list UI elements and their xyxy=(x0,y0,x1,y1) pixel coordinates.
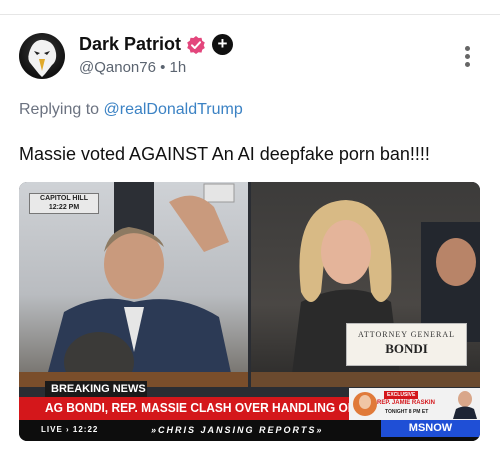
promo-guest-portrait xyxy=(453,391,477,419)
nameplate: ATTORNEY GENERAL BONDI xyxy=(346,323,467,366)
show-title: »CHRIS JANSING REPORTS» xyxy=(151,425,324,435)
promo-box: EXCLUSIVE REP. JAMIE RASKIN TONIGHT 8 PM… xyxy=(349,388,480,420)
network-logo: MSNOW xyxy=(381,420,480,437)
promo-name: REP. JAMIE RASKIN xyxy=(377,400,435,406)
eagle-avatar-icon xyxy=(28,39,57,77)
reply-context: Replying to @realDonaldTrump xyxy=(19,101,243,119)
nameplate-title: ATTORNEY GENERAL xyxy=(357,330,456,339)
post-media-image[interactable]: CAPITOL HILL 12:22 PM ATTORNEY GENERAL B… xyxy=(19,182,480,441)
capitol-hill-label: CAPITOL HILL 12:22 PM xyxy=(29,193,99,214)
nameplate-name: BONDI xyxy=(385,341,428,356)
verified-badge-icon xyxy=(186,35,206,55)
author-name[interactable]: Dark Patriot xyxy=(79,34,181,55)
reply-prefix: Replying to xyxy=(19,101,104,118)
hearing-left-panel: CAPITOL HILL 12:22 PM xyxy=(19,182,248,392)
author-handle-time: @Qanon76 • 1h xyxy=(79,59,187,76)
promo-portrait xyxy=(353,392,377,416)
live-time: LIVE › 12:22 xyxy=(41,425,99,434)
reply-mention-link[interactable]: @realDonaldTrump xyxy=(104,101,243,118)
more-vertical-icon[interactable] xyxy=(462,46,472,68)
author-avatar[interactable] xyxy=(19,33,65,79)
promo-exclusive: EXCLUSIVE xyxy=(384,391,419,399)
plus-badge-icon: + xyxy=(212,34,233,55)
breaking-news-label: BREAKING NEWS xyxy=(45,381,147,397)
top-divider xyxy=(0,14,500,15)
promo-time: TONIGHT 8 PM ET xyxy=(385,409,429,415)
capitol-label-text: CAPITOL HILL 12:22 PM xyxy=(40,195,88,211)
post-text: Massie voted AGAINST An AI deepfake porn… xyxy=(19,144,430,164)
